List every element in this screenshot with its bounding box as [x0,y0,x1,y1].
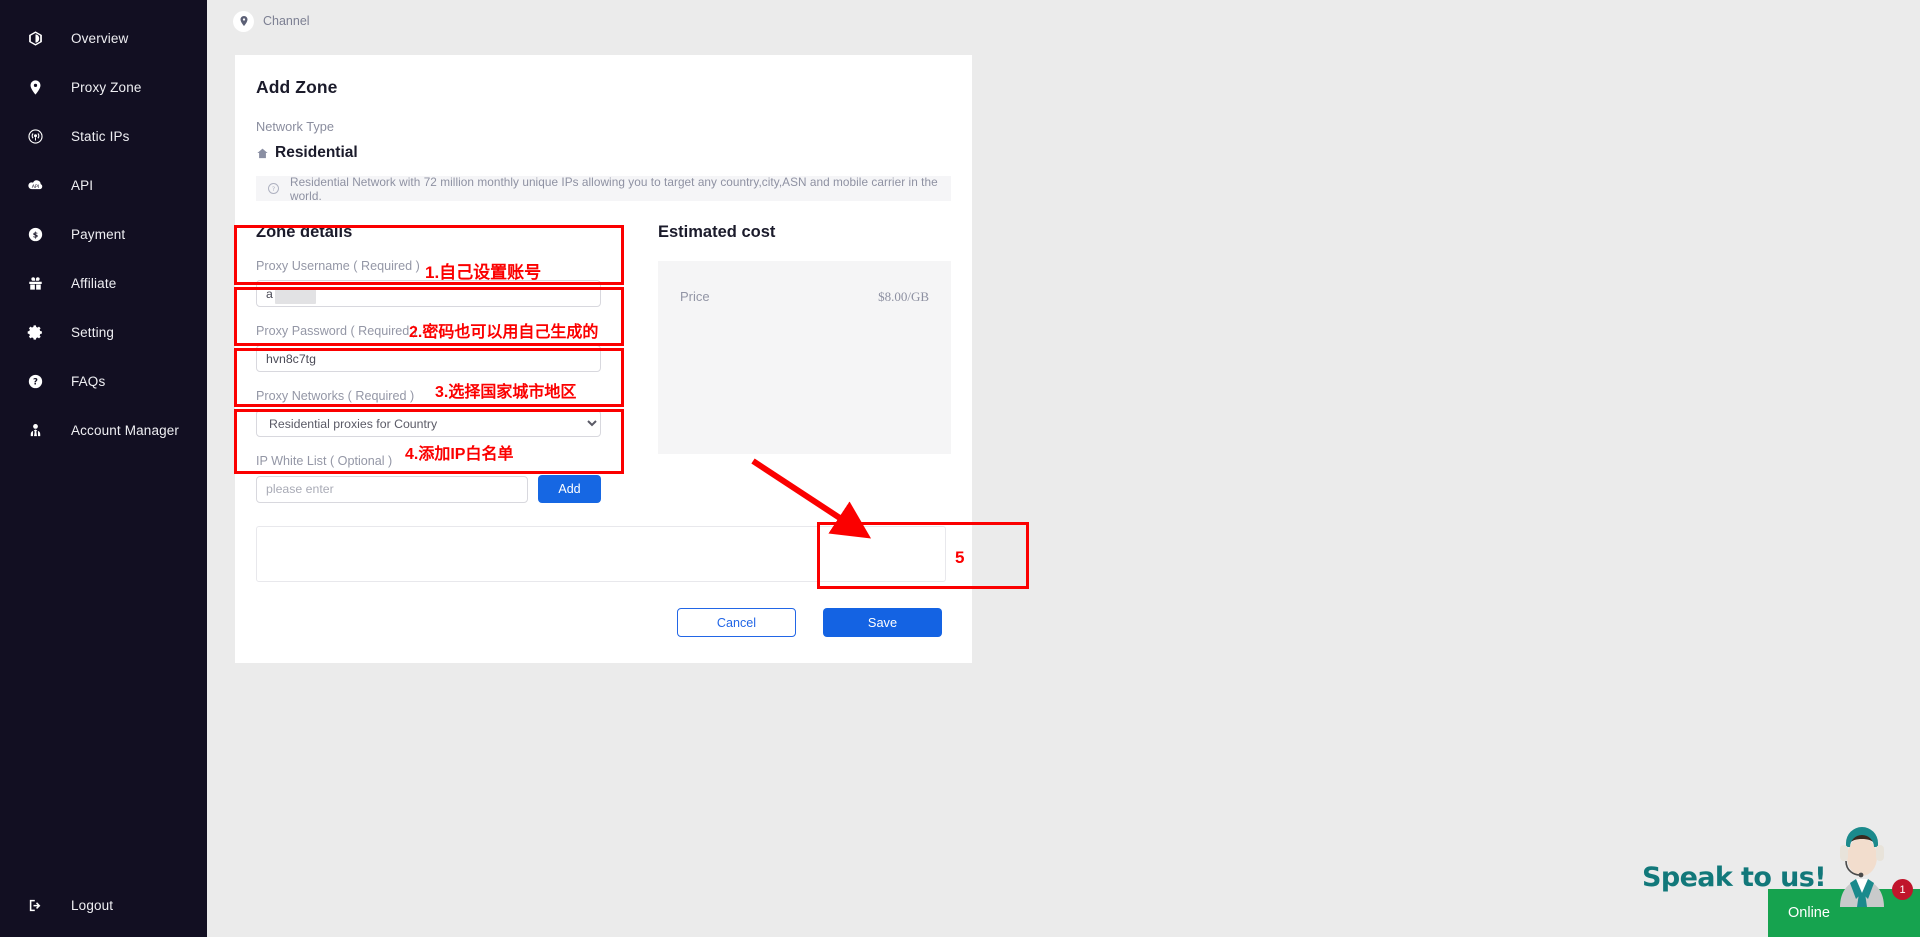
sidebar-item-affiliate[interactable]: Affiliate [0,259,207,308]
estimated-cost-column: Estimated cost Price $8.00/GB [652,223,951,503]
sidebar-item-api[interactable]: API API [0,161,207,210]
ip-white-list-input[interactable] [256,475,528,503]
svg-text:?: ? [33,378,38,388]
network-type-value: Residential [275,144,358,161]
estimated-cost-heading: Estimated cost [658,223,776,241]
field-label: Proxy Username ( Required ) [256,259,420,273]
sidebar-item-proxy-zone[interactable]: Proxy Zone [0,63,207,112]
network-notice: ? Residential Network with 72 million mo… [256,174,951,203]
sidebar-item-setting[interactable]: Setting [0,308,207,357]
field-label: IP White List ( Optional ) [256,454,393,468]
sidebar-item-label: Logout [71,898,114,913]
main-content: Channel Add Zone Network Type Residentia… [207,0,1920,937]
gift-icon [22,271,48,297]
broadcast-icon [22,124,48,150]
location-pin-icon [233,10,254,32]
svg-text:$: $ [32,230,37,239]
zone-details-column: Zone details Proxy Username ( Required )… [256,223,646,503]
sidebar-item-label: Affiliate [71,276,117,291]
location-pin-icon [22,75,48,101]
save-button[interactable]: Save [823,608,942,637]
sidebar-item-label: Overview [71,31,129,46]
sidebar-item-label: Payment [71,227,126,242]
app-root: Overview Proxy Zone Static IPs API API $… [0,0,1920,937]
dashboard-icon [22,26,48,52]
network-type-value-row: Residential [256,144,951,162]
sidebar-item-overview[interactable]: Overview [0,14,207,63]
sidebar: Overview Proxy Zone Static IPs API API $… [0,0,207,937]
field-ip-white-list: IP White List ( Optional ) Add [256,454,646,503]
svg-text:API: API [31,184,39,190]
sidebar-item-label: Static IPs [71,129,130,144]
zone-details-heading: Zone details [256,223,353,241]
chat-online-label: Online [1788,905,1830,921]
sidebar-item-label: API [71,178,94,193]
dollar-coin-icon: $ [22,222,48,248]
api-cloud-icon: API [22,173,48,199]
page-title: Add Zone [256,77,338,97]
add-ip-button[interactable]: Add [538,475,601,503]
sidebar-nav: Overview Proxy Zone Static IPs API API $… [0,0,207,455]
sidebar-logout-section: Logout [0,881,207,937]
form-columns: Zone details Proxy Username ( Required )… [256,223,951,503]
field-proxy-username: Proxy Username ( Required ) [256,259,646,307]
logout-icon [22,893,48,919]
sidebar-item-payment[interactable]: $ Payment [0,210,207,259]
gear-icon [22,320,48,346]
question-circle-icon: ? [22,369,48,395]
cost-key: Price [680,289,710,304]
proxy-username-input[interactable] [256,280,601,307]
breadcrumb-label: Channel [263,14,310,28]
proxy-password-input[interactable] [256,345,601,372]
question-circle-icon: ? [267,182,280,195]
sidebar-item-label: FAQs [71,374,106,389]
cost-row: Price $8.00/GB [680,289,929,305]
svg-text:?: ? [272,185,275,193]
home-icon [256,147,269,160]
sidebar-item-logout[interactable]: Logout [0,881,207,930]
chat-online-button[interactable]: Online [1768,889,1920,937]
network-type-label: Network Type [256,119,334,134]
sidebar-item-label: Proxy Zone [71,80,142,95]
ip-white-list-row: Add [256,475,646,503]
field-label: Proxy Networks ( Required ) [256,389,415,403]
extra-panel [256,526,946,582]
form-actions: Cancel Save [256,608,951,637]
add-zone-card: Add Zone Network Type Residential ? Resi… [235,55,972,663]
proxy-networks-select[interactable]: Residential proxies for Country [256,410,601,437]
sidebar-item-label: Setting [71,325,115,340]
sidebar-item-faqs[interactable]: ? FAQs [0,357,207,406]
field-proxy-networks: Proxy Networks ( Required ) Residential … [256,389,646,437]
sidebar-item-label: Account Manager [71,423,180,438]
cancel-button[interactable]: Cancel [677,608,796,637]
breadcrumb: Channel [207,0,1920,42]
network-notice-text: Residential Network with 72 million mont… [290,174,938,203]
user-tie-icon [22,418,48,444]
cost-value: $8.00/GB [878,289,929,304]
sidebar-item-account-manager[interactable]: Account Manager [0,406,207,455]
estimated-cost-panel: Price $8.00/GB [658,261,951,454]
field-proxy-password: Proxy Password ( Required ) [256,324,646,372]
chat-widget: Speak to us! 1 Online [1630,777,1920,937]
field-label: Proxy Password ( Required ) [256,324,417,338]
sidebar-item-static-ips[interactable]: Static IPs [0,112,207,161]
